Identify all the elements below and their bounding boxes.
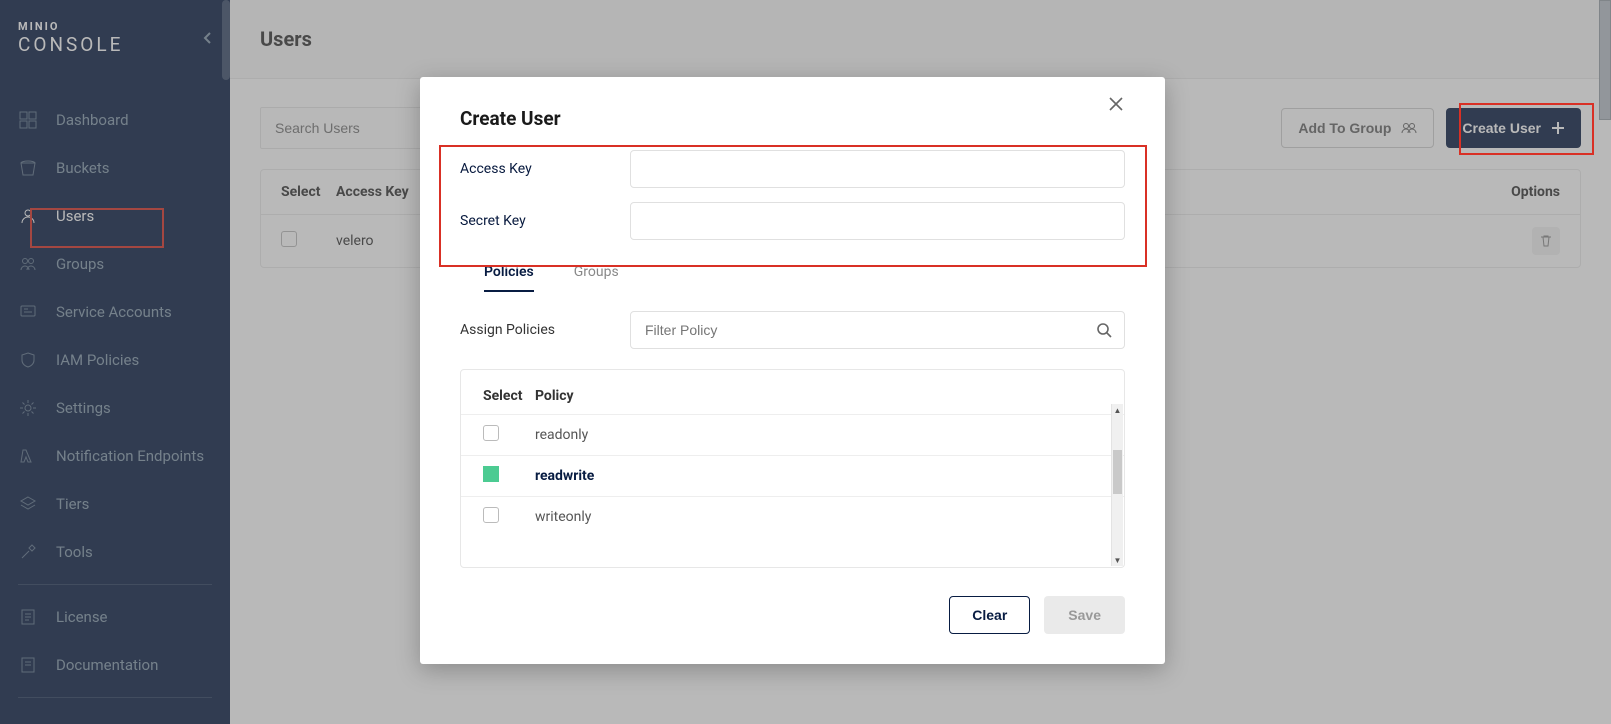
tab-policies[interactable]: Policies [484, 254, 534, 292]
secret-key-input[interactable] [630, 202, 1125, 240]
scroll-up-icon[interactable]: ▲ [1112, 404, 1123, 416]
policy-checkbox[interactable] [483, 425, 499, 441]
policy-name: readwrite [535, 468, 1102, 484]
assign-label: Assign Policies [460, 322, 630, 338]
policy-table-header: Select Policy [461, 382, 1124, 414]
close-icon[interactable] [1107, 95, 1125, 113]
policy-checkbox[interactable] [483, 507, 499, 523]
policy-name: writeonly [535, 509, 1102, 525]
access-key-row: Access Key [460, 150, 1125, 188]
save-button[interactable]: Save [1044, 596, 1125, 634]
scroll-down-icon[interactable]: ▼ [1112, 554, 1123, 566]
pcol-select: Select [483, 388, 535, 404]
search-icon [1095, 321, 1113, 339]
clear-button[interactable]: Clear [949, 596, 1030, 634]
modal-footer: Clear Save [420, 568, 1165, 634]
pcol-policy: Policy [535, 388, 1102, 404]
policy-checkbox-checked[interactable] [483, 466, 499, 482]
modal-body: Access Key Secret Key Policies Groups As… [420, 150, 1165, 568]
policy-scrollbar[interactable]: ▲ ▼ [1111, 404, 1123, 566]
policy-row[interactable]: readwrite [461, 455, 1124, 496]
policy-row[interactable]: readonly [461, 414, 1124, 455]
policy-table: Select Policy readonly readwrite writeon… [460, 369, 1125, 568]
create-user-modal: Create User Access Key Secret Key Polici… [420, 77, 1165, 664]
tab-groups[interactable]: Groups [574, 254, 619, 292]
scroll-thumb[interactable] [1113, 450, 1122, 494]
modal-header: Create User [420, 77, 1165, 150]
secret-key-row: Secret Key [460, 202, 1125, 240]
filter-policy-input[interactable] [630, 311, 1125, 349]
tabs: Policies Groups [460, 254, 1125, 293]
secret-key-label: Secret Key [460, 213, 630, 229]
access-key-label: Access Key [460, 161, 630, 177]
policy-name: readonly [535, 427, 1102, 443]
policy-row[interactable]: writeonly [461, 496, 1124, 537]
access-key-input[interactable] [630, 150, 1125, 188]
modal-title: Create User [460, 107, 561, 130]
assign-policies-row: Assign Policies [460, 311, 1125, 349]
